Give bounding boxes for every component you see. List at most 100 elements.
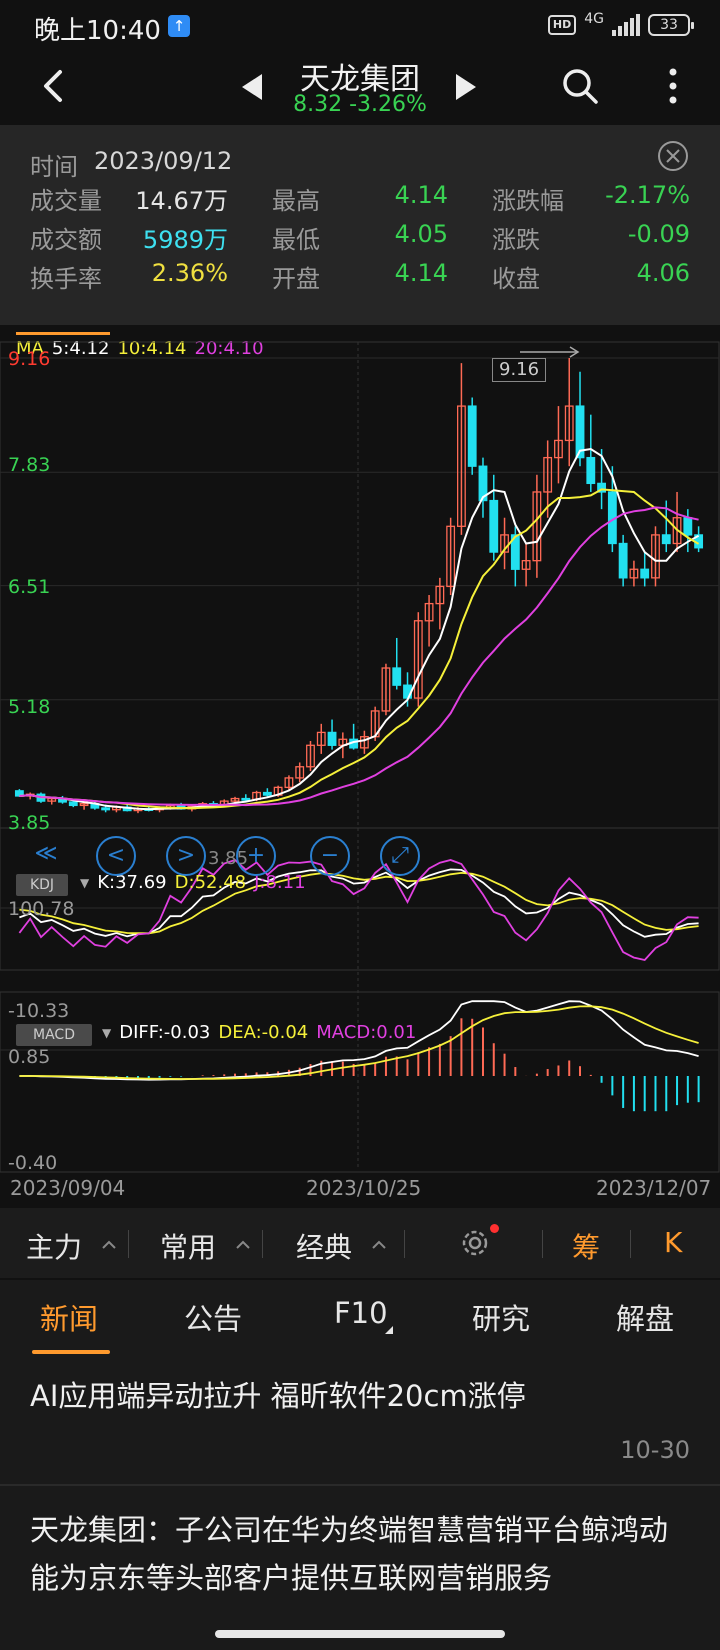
scroll-left-button[interactable]: < <box>96 836 136 876</box>
high-marker-label: 9.16 <box>492 358 547 382</box>
macd-diff-value: DIFF:-0.03 <box>119 1022 211 1043</box>
info-label: 成交额 <box>30 226 102 254</box>
info-label: 最低 <box>272 226 320 254</box>
candle-body <box>262 791 272 796</box>
price-tick-label: 7.83 <box>8 454 51 476</box>
info-value: 5989万 <box>142 226 228 254</box>
stock-chart[interactable] <box>0 330 720 1200</box>
candle-body <box>392 667 402 686</box>
info-value: 4.14 <box>394 259 448 287</box>
chevron-up-icon[interactable] <box>236 1238 250 1252</box>
zoom-controls: ≪ < > 3.85 + − ⤢ <box>0 836 720 880</box>
chevron-up-icon[interactable] <box>102 1238 116 1252</box>
candle-body <box>101 807 111 811</box>
divider <box>128 1230 129 1258</box>
battery-icon: 33 <box>648 14 694 36</box>
price-panel-frame <box>0 341 720 829</box>
tab-classic[interactable]: 经典 <box>296 1226 352 1266</box>
candle-body <box>661 534 671 545</box>
chevron-up-icon[interactable] <box>372 1238 386 1252</box>
status-bar: 晚上10:40 ↑ HD 4G 33 <box>0 0 720 52</box>
info-value: 4.05 <box>394 220 448 248</box>
tab-analysis[interactable]: 解盘 <box>616 1296 674 1338</box>
divider <box>542 1230 543 1258</box>
search-icon[interactable] <box>560 66 600 106</box>
kdj-top-label: 100.78 <box>8 898 75 920</box>
tab-chip-distribution[interactable]: 筹 <box>572 1226 600 1266</box>
date-label-start: 2023/09/04 <box>10 1176 126 1200</box>
candle-body <box>683 517 693 536</box>
kdj-bottom-label: -10.33 <box>8 1000 70 1022</box>
info-label: 最高 <box>272 187 320 215</box>
info-label: 涨跌 <box>492 226 540 254</box>
network-label: 4G <box>584 11 604 27</box>
date-label-end: 2023/12/07 <box>596 1176 712 1200</box>
signal-icon <box>612 14 640 36</box>
info-label: 开盘 <box>272 265 320 293</box>
news-title: AI应用端异动拉升 福昕软件20cm涨停 <box>30 1379 526 1413</box>
info-value: 4.06 <box>636 259 690 287</box>
candle-body <box>467 405 477 467</box>
tab-f10[interactable]: F10 <box>334 1296 388 1330</box>
price-tick-label: 6.51 <box>8 576 51 598</box>
divider <box>630 1230 631 1258</box>
scroll-right-button[interactable]: > <box>166 836 206 876</box>
tab-main-force[interactable]: 主力 <box>26 1226 82 1266</box>
zoom-in-button[interactable]: + <box>236 836 276 876</box>
divider <box>262 1230 263 1258</box>
dropdown-caret-icon[interactable]: ▼ <box>102 1026 111 1040</box>
price-tick-label: 3.85 <box>8 812 51 834</box>
candle-body <box>640 568 650 579</box>
back-icon[interactable] <box>34 66 74 106</box>
tab-k-line[interactable]: K <box>664 1226 682 1259</box>
info-value: -0.09 <box>627 220 690 248</box>
divider <box>404 1230 405 1258</box>
candle-body <box>241 797 251 801</box>
quote-detail-panel: 时间 2023/09/12 成交量 14.67万 最高 4.14 涨跌幅 -2.17% 成交… <box>0 125 720 325</box>
info-value: 2.36% <box>151 259 228 287</box>
info-value: 14.67万 <box>135 187 228 215</box>
info-row: 成交量 14.67万 最高 4.14 涨跌幅 -2.17% <box>0 181 720 217</box>
scroll-fast-left-button[interactable]: ≪ <box>26 836 66 876</box>
more-icon[interactable] <box>658 66 688 106</box>
tab-research[interactable]: 研究 <box>472 1296 530 1338</box>
status-indicators: HD 4G 33 <box>547 11 694 36</box>
macd-badge[interactable]: MACD <box>16 1024 92 1046</box>
tab-announcements[interactable]: 公告 <box>184 1296 242 1338</box>
app-notification-icon: ↑ <box>168 15 190 37</box>
macd-dea-value: DEA:-0.04 <box>218 1022 309 1043</box>
candle-body <box>618 542 628 579</box>
hd-icon: HD <box>547 15 577 35</box>
info-value: 4.14 <box>394 181 448 209</box>
settings-gear-icon[interactable] <box>458 1226 492 1260</box>
list-item[interactable]: AI应用端异动拉升 福昕软件20cm涨停 10-30 <box>0 1356 720 1486</box>
close-icon[interactable] <box>656 139 690 173</box>
macd-legend: ▼ DIFF:-0.03 DEA:-0.04 MACD:0.01 <box>102 1022 416 1043</box>
tab-news[interactable]: 新闻 <box>40 1296 98 1338</box>
candle-body <box>68 801 78 807</box>
zoom-out-button[interactable]: − <box>310 836 350 876</box>
price-tick-label: 9.16 <box>8 348 51 370</box>
news-date: 10-30 <box>620 1436 690 1464</box>
next-stock-icon[interactable] <box>454 72 478 102</box>
stock-header: 天龙集团 8.32 -3.26% <box>0 52 720 122</box>
macd-value: MACD:0.01 <box>316 1022 417 1043</box>
stock-price-change: 8.32 -3.26% <box>293 92 427 117</box>
time-value: 2023/09/12 <box>94 147 233 175</box>
info-row: 成交额 5989万 最低 4.05 涨跌 -0.09 <box>0 220 720 256</box>
time-label: 时间 <box>30 153 78 181</box>
fullscreen-button[interactable]: ⤢ <box>380 836 420 876</box>
news-list: AI应用端异动拉升 福昕软件20cm涨停 10-30 天龙集团：子公司在华为终端… <box>0 1356 720 1650</box>
price-tick-label: 5.18 <box>8 696 51 718</box>
info-label: 成交量 <box>30 187 102 215</box>
list-item[interactable]: 天龙集团：子公司在华为终端智慧营销平台鲸鸿动能为京东等头部客户提供互联网营销服务 <box>0 1486 720 1650</box>
macd-bottom-label: -0.40 <box>8 1152 58 1174</box>
candle-body <box>489 499 499 553</box>
news-tabs: 新闻 公告 F10 研究 解盘 <box>0 1280 720 1356</box>
info-label: 涨跌幅 <box>492 187 564 215</box>
candle-body <box>586 456 596 485</box>
f10-corner-icon <box>385 1326 393 1334</box>
news-title: 天龙集团：子公司在华为终端智慧营销平台鲸鸿动能为京东等头部客户提供互联网营销服务 <box>30 1513 669 1595</box>
tab-common[interactable]: 常用 <box>160 1226 216 1266</box>
home-indicator[interactable] <box>215 1630 505 1638</box>
